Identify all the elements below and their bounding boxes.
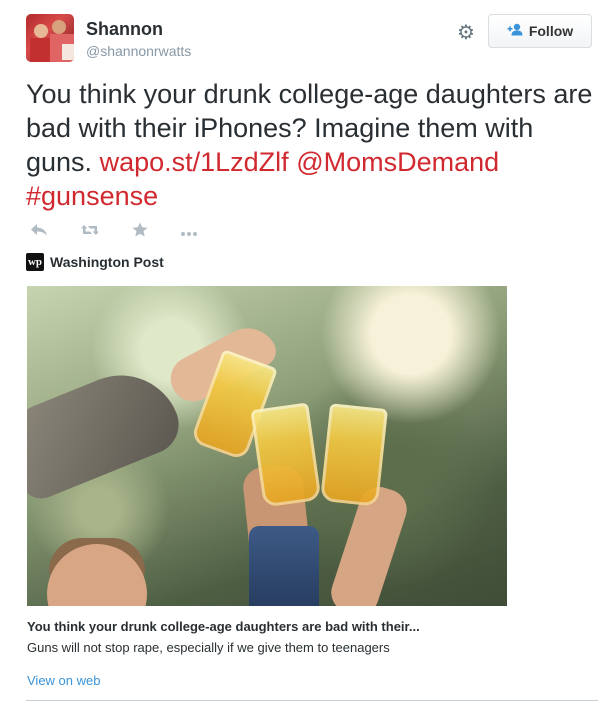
washington-post-logo-icon: wp	[26, 253, 44, 271]
view-on-web-link[interactable]: View on web	[27, 673, 100, 688]
image-beer-cup	[250, 402, 322, 508]
card-description: Guns will not stop rape, especially if w…	[27, 640, 390, 655]
avatar-face	[34, 24, 48, 38]
image-sleeve	[249, 526, 319, 606]
divider	[26, 700, 598, 701]
more-icon[interactable]	[180, 223, 198, 241]
author-handle[interactable]: @shannonrwatts	[86, 42, 191, 60]
tweet-mention[interactable]: @MomsDemand	[296, 147, 499, 177]
tweet-actions	[30, 222, 230, 241]
follow-button[interactable]: Follow	[488, 14, 592, 48]
avatar[interactable]	[26, 14, 74, 62]
card-image[interactable]	[27, 286, 507, 606]
reply-icon[interactable]	[30, 223, 48, 241]
avatar-face	[52, 20, 66, 34]
follow-label: Follow	[528, 23, 574, 39]
source-name: Washington Post	[50, 254, 164, 270]
tweet-link[interactable]: wapo.st/1LzdZlf	[100, 147, 289, 177]
image-arm	[27, 357, 188, 505]
avatar-sign	[62, 44, 74, 60]
tweet-author[interactable]: Shannon @shannonrwatts	[86, 19, 191, 60]
card-title[interactable]: You think your drunk college-age daughte…	[27, 619, 597, 634]
author-name[interactable]: Shannon	[86, 19, 191, 39]
tweet-text: You think your drunk college-age daughte…	[26, 77, 596, 213]
card-source[interactable]: wp Washington Post	[26, 253, 164, 271]
add-user-icon	[507, 23, 523, 39]
gear-icon[interactable]: ⚙	[455, 21, 477, 44]
retweet-icon[interactable]	[80, 223, 100, 241]
favorite-icon[interactable]	[132, 222, 148, 241]
avatar-figure	[30, 38, 52, 62]
image-beer-cup	[320, 403, 388, 507]
tweet-hashtag[interactable]: #gunsense	[26, 181, 158, 211]
